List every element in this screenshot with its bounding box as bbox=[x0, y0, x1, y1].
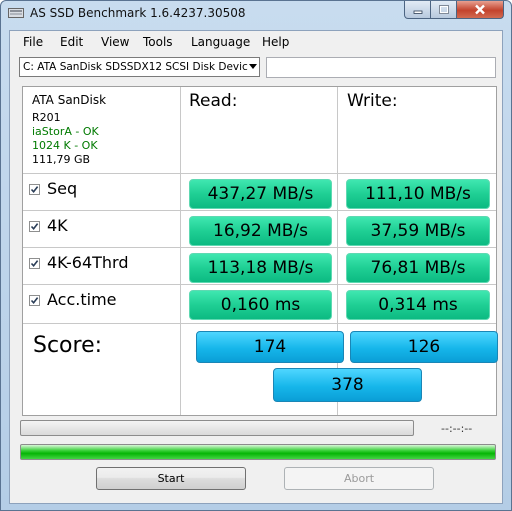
read-column-header: Read: bbox=[189, 91, 238, 111]
menu-bar: File Edit View Tools Language Help bbox=[10, 31, 502, 53]
alignment-status: 1024 K - OK bbox=[32, 139, 98, 152]
menu-file[interactable]: File bbox=[23, 35, 43, 49]
window-title: AS SSD Benchmark 1.6.4237.30508 bbox=[30, 6, 246, 20]
menu-help[interactable]: Help bbox=[262, 35, 289, 49]
drive-select[interactable]: C: ATA SanDisk SDSSDX12 SCSI Disk Devic bbox=[19, 57, 260, 77]
grid-divider bbox=[23, 247, 496, 248]
app-icon bbox=[8, 8, 24, 18]
grid-divider bbox=[23, 173, 496, 174]
minimize-icon bbox=[413, 10, 422, 14]
score-read: 174 bbox=[196, 331, 344, 363]
menu-tools[interactable]: Tools bbox=[143, 35, 173, 49]
maximize-icon bbox=[438, 5, 449, 14]
acc-time-label: Acc.time bbox=[47, 290, 117, 309]
menu-language[interactable]: Language bbox=[191, 35, 250, 49]
acc-time-read-result: 0,160 ms bbox=[189, 290, 332, 320]
status-progress-bar bbox=[20, 444, 496, 460]
4k-64thrd-write-result: 76,81 MB/s bbox=[346, 253, 490, 283]
grid-divider bbox=[180, 87, 181, 415]
app-window: AS SSD Benchmark 1.6.4237.30508 File Edi… bbox=[0, 0, 512, 511]
close-button[interactable] bbox=[456, 1, 504, 19]
grid-divider bbox=[23, 210, 496, 211]
device-name: ATA SanDisk bbox=[32, 93, 107, 107]
close-icon bbox=[475, 4, 485, 15]
test-progress-bar bbox=[20, 420, 414, 436]
check-icon bbox=[30, 186, 39, 194]
4k-checkbox[interactable] bbox=[29, 221, 40, 232]
write-column-header: Write: bbox=[347, 91, 398, 111]
device-capacity: 111,79 GB bbox=[32, 153, 91, 166]
score-total: 378 bbox=[273, 368, 422, 402]
seq-read-result: 437,27 MB/s bbox=[189, 179, 332, 209]
elapsed-time: --:--:-- bbox=[441, 422, 473, 435]
grid-divider bbox=[23, 323, 496, 324]
seq-write-result: 111,10 MB/s bbox=[346, 179, 490, 209]
score-write: 126 bbox=[350, 331, 498, 363]
title-bar[interactable]: AS SSD Benchmark 1.6.4237.30508 bbox=[1, 1, 511, 27]
grid-divider bbox=[337, 87, 338, 415]
acc-time-checkbox[interactable] bbox=[29, 295, 40, 306]
chevron-down-icon bbox=[249, 64, 257, 69]
seq-checkbox[interactable] bbox=[29, 184, 40, 195]
grid-divider bbox=[23, 284, 496, 285]
score-label: Score: bbox=[33, 333, 103, 358]
4k-write-result: 37,59 MB/s bbox=[346, 216, 490, 246]
check-icon bbox=[30, 297, 39, 305]
menu-edit[interactable]: Edit bbox=[60, 35, 83, 49]
abort-button[interactable]: Abort bbox=[284, 467, 434, 490]
4k-64thrd-checkbox[interactable] bbox=[29, 258, 40, 269]
start-button[interactable]: Start bbox=[96, 467, 246, 490]
driver-status: iaStorA - OK bbox=[32, 125, 99, 138]
check-icon bbox=[30, 260, 39, 268]
results-grid: ATA SanDisk R201 iaStorA - OK 1024 K - O… bbox=[22, 86, 498, 416]
drive-select-value: C: ATA SanDisk SDSSDX12 SCSI Disk Devic bbox=[23, 61, 248, 73]
main-panel: File Edit View Tools Language Help C: AT… bbox=[9, 30, 503, 504]
4k-label: 4K bbox=[47, 216, 68, 235]
device-firmware: R201 bbox=[32, 111, 61, 124]
4k-64thrd-read-result: 113,18 MB/s bbox=[189, 253, 332, 283]
4k-64thrd-label: 4K-64Thrd bbox=[47, 253, 129, 272]
minimize-button[interactable] bbox=[404, 1, 431, 19]
4k-read-result: 16,92 MB/s bbox=[189, 216, 332, 246]
drive-path-field[interactable] bbox=[266, 57, 496, 78]
check-icon bbox=[30, 223, 39, 231]
maximize-button[interactable] bbox=[430, 1, 457, 19]
seq-label: Seq bbox=[47, 179, 78, 198]
menu-view[interactable]: View bbox=[101, 35, 129, 49]
acc-time-write-result: 0,314 ms bbox=[346, 290, 490, 320]
